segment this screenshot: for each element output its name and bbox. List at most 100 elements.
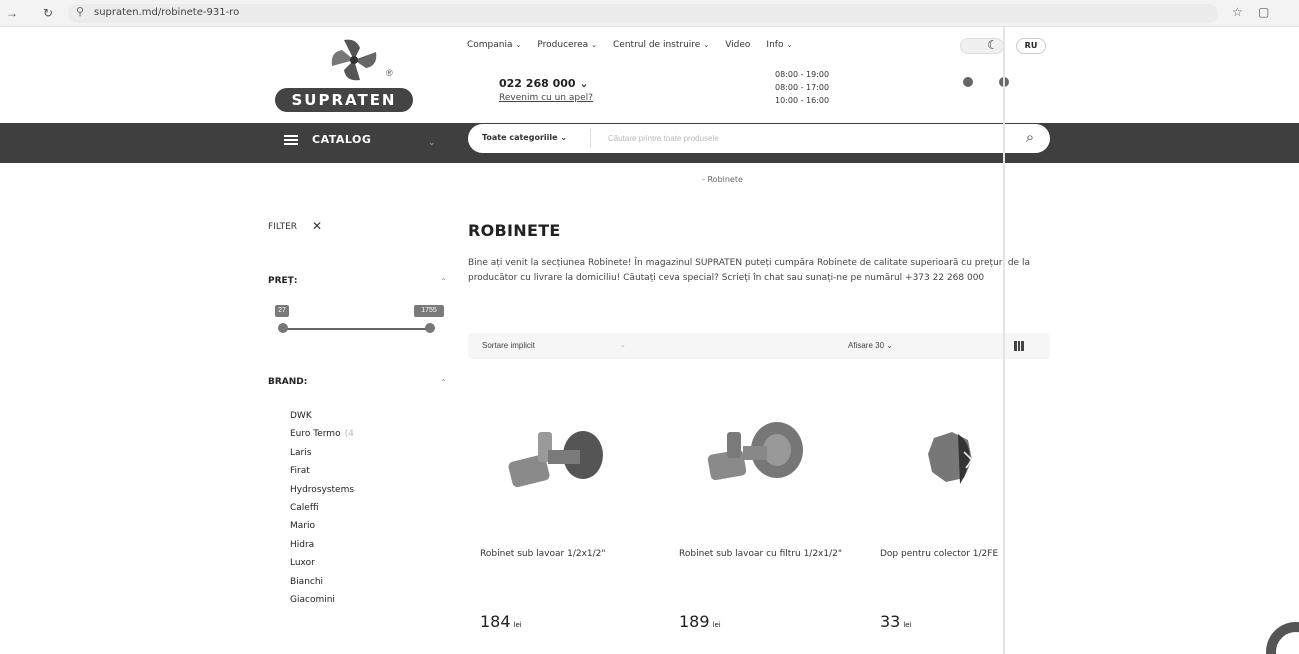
search-bar: Toate categoriile ⌄ Căutare printre toat… (468, 124, 1050, 153)
sort-select[interactable]: Sortare implicit (482, 341, 535, 350)
logo-fan-icon[interactable] (330, 38, 378, 82)
nav-label: Compania (467, 40, 513, 50)
hours-line: 08:00 - 17:00 (775, 83, 830, 92)
page-title: ROBINETE (468, 221, 561, 240)
site-logo[interactable]: SUPRATEN (275, 88, 413, 112)
chat-button[interactable] (1266, 622, 1299, 654)
catalog-label: CATALOG (312, 133, 372, 146)
brand-name: Bianchi (290, 576, 324, 587)
product-price: 184 lei (480, 612, 522, 631)
brand-name: Mario (290, 521, 315, 532)
filter-label: FILTER (268, 222, 298, 232)
product-price: 33 lei (880, 612, 912, 631)
clear-filter-icon[interactable]: ✕ (312, 219, 322, 233)
brand-item[interactable]: Mario (290, 517, 358, 535)
search-icon[interactable]: ⌕ (1018, 127, 1042, 151)
brand-item[interactable]: Euro Termo (4 (290, 425, 358, 443)
chevron-down-icon[interactable]: ⌄ (620, 341, 626, 349)
address-bar[interactable]: ⚲ supraten.md/robinete-931-ro (68, 4, 1218, 23)
logo-registered-mark: ® (386, 68, 393, 78)
brand-item[interactable]: Giacomini (290, 591, 358, 609)
chevron-down-icon[interactable]: ⌄ (428, 137, 436, 148)
compare-icon[interactable] (963, 77, 973, 87)
divider (590, 129, 591, 148)
search-input[interactable]: Căutare printre toate produsele (608, 134, 719, 143)
theme-toggle[interactable]: ☾ (960, 38, 1004, 54)
brand-name: DWK (290, 411, 312, 421)
product-image[interactable] (468, 410, 648, 530)
price-min-value[interactable]: 27 (275, 305, 289, 317)
brand-name: Laris (290, 447, 312, 458)
currency: lei (903, 621, 912, 629)
product-image[interactable] (868, 410, 1048, 530)
brand-filter-title[interactable]: BRAND: (268, 377, 307, 387)
per-page-select[interactable]: Afisare 30 ⌄ (848, 341, 893, 350)
sort-toolbar: Sortare implicit ⌄ Afisare 30 ⌄ (468, 333, 1050, 359)
chevron-up-icon[interactable]: ⌃ (440, 277, 447, 286)
callback-link[interactable]: Revenim cu un apel? (499, 93, 593, 103)
product-name[interactable]: Robinet sub lavoar cu filtru 1/2x1/2" (679, 548, 847, 561)
menu-icon (284, 133, 298, 147)
forward-icon[interactable]: → (4, 5, 20, 21)
reload-icon[interactable]: ↻ (40, 5, 56, 21)
breadcrumb-current: Robinete (707, 175, 743, 184)
brand-item[interactable]: Hidra (290, 536, 358, 554)
hours-line: 10:00 - 16:00 (775, 96, 830, 105)
category-select-label: Toate categoriile (482, 133, 558, 142)
chevron-up-icon[interactable]: ⌃ (440, 378, 447, 387)
brand-name: Giacomini (290, 594, 335, 605)
price-value: 184 (480, 612, 511, 631)
nav-label: Producerea (537, 40, 589, 50)
hours-line: 08:00 - 19:00 (775, 70, 830, 79)
price-filter-title[interactable]: PREȚ: (268, 276, 297, 286)
chevron-down-icon: ⌄ (515, 41, 522, 49)
brand-list: DWK Euro Termo (4 Laris Firat Hydrosystem… (290, 407, 358, 609)
brand-name: Luxor (290, 558, 315, 569)
extensions-icon[interactable]: ▢ (1258, 5, 1269, 19)
currency: lei (712, 621, 721, 629)
brand-item[interactable]: Caleffi (290, 499, 358, 517)
product-name[interactable]: Dop pentru colector 1/2FE (880, 548, 1048, 561)
brand-item[interactable]: Hydrosystems (290, 481, 358, 499)
phone-number[interactable]: 022 268 000 ⌄ (499, 77, 589, 90)
currency: lei (513, 621, 522, 629)
nav-label: Centrul de instruire (613, 40, 701, 50)
price-slider-max-handle[interactable] (425, 323, 435, 333)
brand-name: Euro Termo (290, 429, 341, 440)
brand-item[interactable]: Firat (290, 462, 358, 480)
nav-item-producerea[interactable]: Producerea ⌄ (537, 40, 597, 50)
url-text: supraten.md/robinete-931-ro (94, 7, 240, 18)
category-select[interactable]: Toate categoriile ⌄ (482, 133, 567, 142)
grid-view-icon[interactable] (1014, 341, 1025, 351)
brand-item[interactable]: Laris (290, 444, 358, 462)
price-max-value[interactable]: 1755 (414, 305, 444, 317)
catalog-button[interactable]: CATALOG (284, 133, 371, 147)
nav-label: Info (766, 40, 784, 50)
price-slider-min-handle[interactable] (278, 323, 288, 333)
brand-name: Hidra (290, 539, 315, 550)
nav-label: Video (725, 40, 751, 50)
bookmark-star-icon[interactable]: ☆ (1232, 5, 1243, 19)
divider (1003, 27, 1005, 654)
product-price: 189 lei (679, 612, 721, 631)
brand-name: Hydrosystems (290, 484, 355, 495)
nav-item-info[interactable]: Info ⌄ (766, 40, 792, 50)
brand-name: Caleffi (290, 502, 319, 513)
brand-item[interactable]: DWK (290, 407, 358, 425)
chevron-down-icon: ⌄ (591, 41, 598, 49)
breadcrumb: - Robinete (702, 175, 743, 184)
nav-item-centrul[interactable]: Centrul de instruire ⌄ (613, 40, 709, 50)
chevron-down-icon: ⌄ (703, 41, 710, 49)
product-name[interactable]: Robinet sub lavoar 1/2x1/2" (480, 548, 648, 561)
product-image[interactable] (667, 410, 847, 530)
price-value: 189 (679, 612, 710, 631)
top-navigation: Compania ⌄ Producerea ⌄ Centrul de instrui… (467, 40, 792, 50)
brand-item[interactable]: Luxor (290, 554, 358, 572)
nav-item-compania[interactable]: Compania ⌄ (467, 40, 521, 50)
nav-item-video[interactable]: Video (725, 40, 750, 50)
price-slider-track[interactable] (282, 328, 430, 330)
brand-item[interactable]: Bianchi (290, 573, 358, 591)
site-settings-icon[interactable]: ⚲ (76, 5, 84, 18)
per-page-label: Afisare 30 (848, 341, 885, 350)
language-switch[interactable]: RU (1016, 38, 1046, 54)
